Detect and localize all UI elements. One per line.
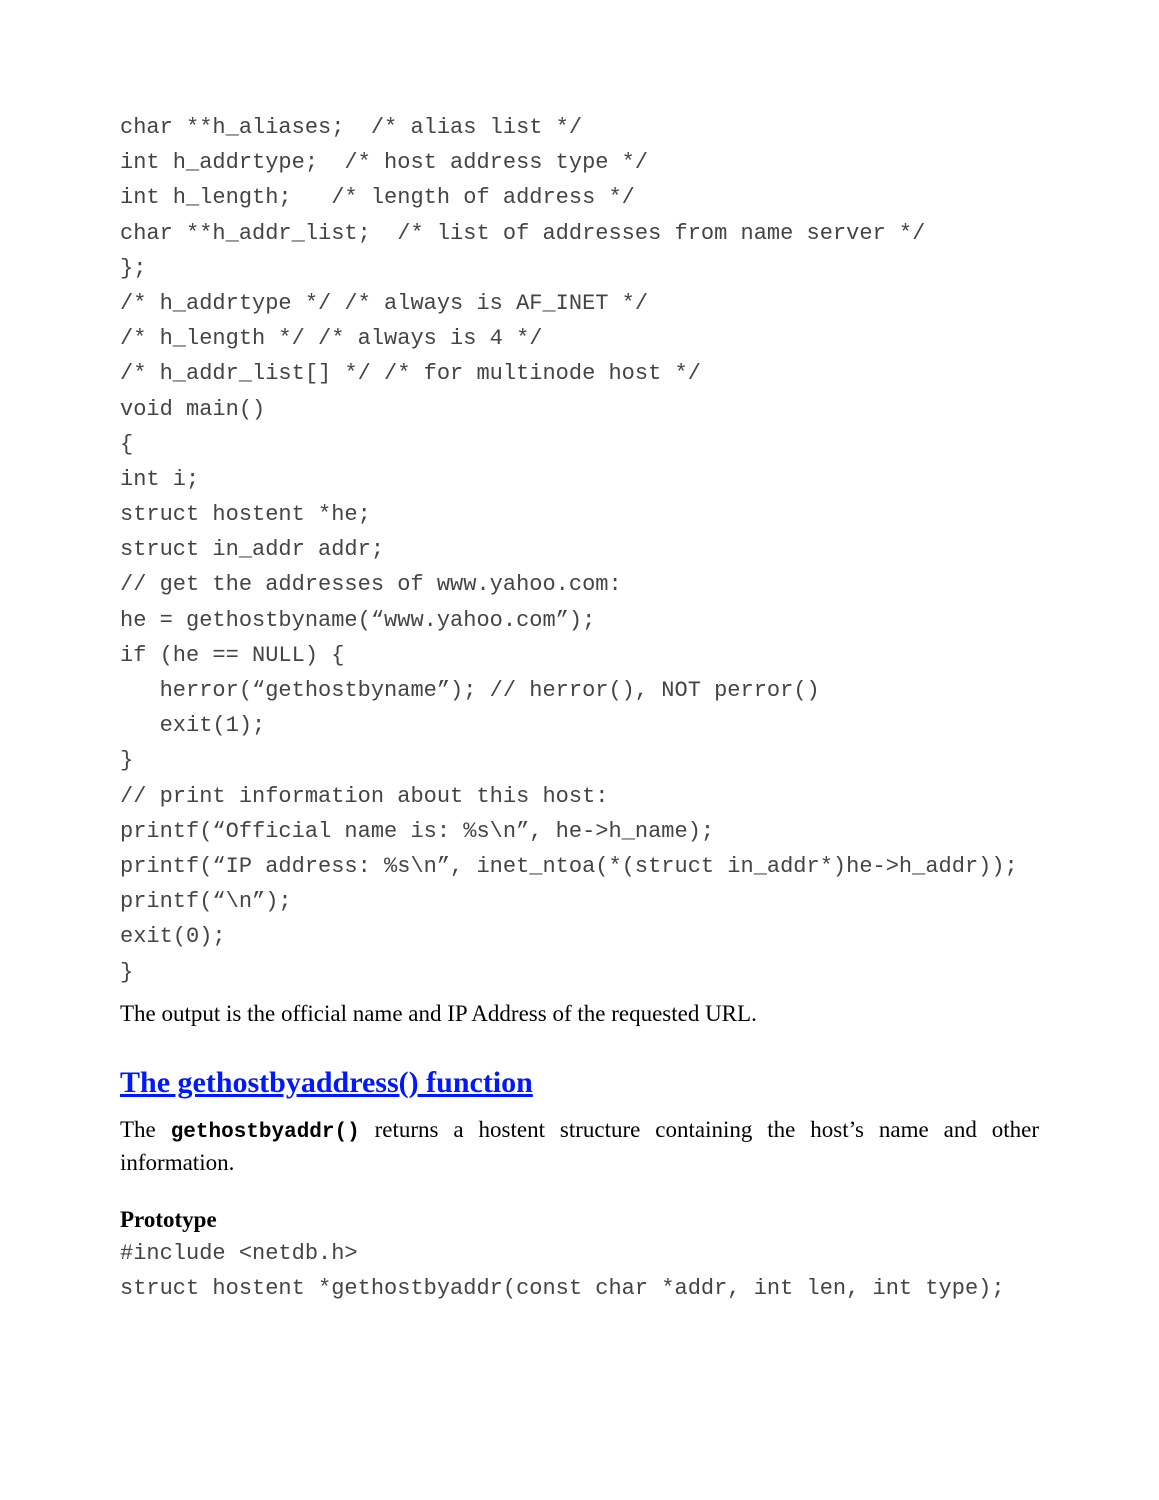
page-content: char **h_aliases; /* alias list */ int h… (0, 0, 1159, 1500)
section-description: The gethostbyaddr() returns a hostent st… (120, 1114, 1039, 1180)
inline-code-gethostbyaddr: gethostbyaddr() (171, 1121, 360, 1144)
desc-prefix: The (120, 1117, 171, 1142)
prototype-subheading: Prototype (120, 1207, 1039, 1233)
output-description: The output is the official name and IP A… (120, 998, 1039, 1030)
section-heading-gethostbyaddress: The gethostbyaddress() function (120, 1066, 1039, 1100)
prototype-code-block: #include <netdb.h> struct hostent *getho… (120, 1237, 1039, 1305)
code-block-main: char **h_aliases; /* alias list */ int h… (120, 110, 1039, 990)
